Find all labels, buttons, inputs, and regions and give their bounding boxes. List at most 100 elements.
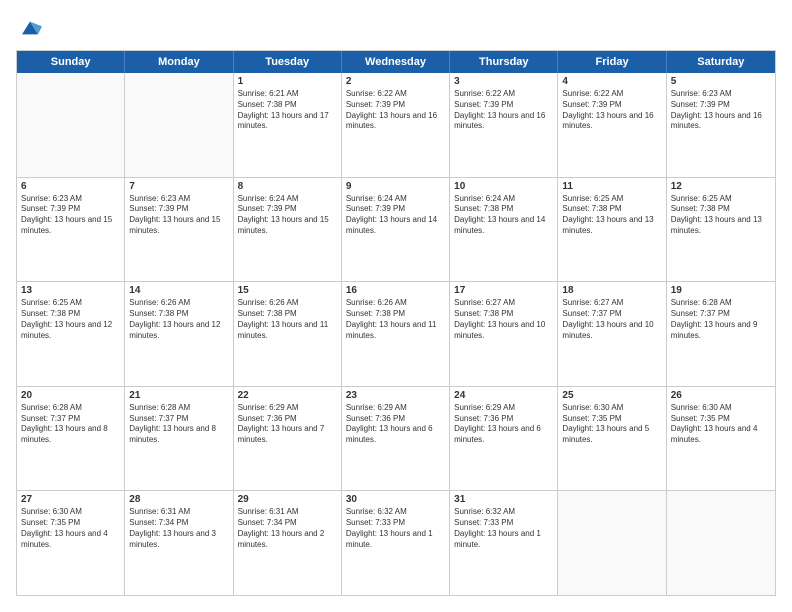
calendar-cell: 4 Sunrise: 6:22 AM Sunset: 7:39 PM Daylig… (558, 73, 666, 177)
header-day-monday: Monday (125, 51, 233, 73)
day-info: Sunrise: 6:32 AM Sunset: 7:33 PM Dayligh… (346, 507, 445, 550)
day-info: Sunrise: 6:31 AM Sunset: 7:34 PM Dayligh… (129, 507, 228, 550)
day-number: 4 (562, 76, 661, 87)
day-info: Sunrise: 6:28 AM Sunset: 7:37 PM Dayligh… (129, 403, 228, 446)
day-number: 2 (346, 76, 445, 87)
header-day-sunday: Sunday (17, 51, 125, 73)
day-info: Sunrise: 6:27 AM Sunset: 7:38 PM Dayligh… (454, 298, 553, 341)
day-number: 3 (454, 76, 553, 87)
day-number: 24 (454, 390, 553, 401)
day-info: Sunrise: 6:30 AM Sunset: 7:35 PM Dayligh… (562, 403, 661, 446)
calendar-cell: 6Sunrise: 6:23 AM Sunset: 7:39 PM Daylig… (17, 178, 125, 282)
day-number: 20 (21, 390, 120, 401)
calendar-row-2: 13Sunrise: 6:25 AM Sunset: 7:38 PM Dayli… (17, 281, 775, 386)
day-number: 30 (346, 494, 445, 505)
day-number: 9 (346, 181, 445, 192)
calendar-cell: 16Sunrise: 6:26 AM Sunset: 7:38 PM Dayli… (342, 282, 450, 386)
calendar-cell: 17Sunrise: 6:27 AM Sunset: 7:38 PM Dayli… (450, 282, 558, 386)
day-number: 25 (562, 390, 661, 401)
day-info: Sunrise: 6:29 AM Sunset: 7:36 PM Dayligh… (238, 403, 337, 446)
calendar-cell: 23 Sunrise: 6:29 AM Sunset: 7:36 PM Dayli… (342, 387, 450, 491)
day-info: Sunrise: 6:21 AM Sunset: 7:38 PM Dayligh… (238, 89, 337, 132)
day-number: 1 (238, 76, 337, 87)
calendar-cell (125, 73, 233, 177)
calendar-header: SundayMondayTuesdayWednesdayThursdayFrid… (17, 51, 775, 73)
day-number: 28 (129, 494, 228, 505)
calendar-cell: 9 Sunrise: 6:24 AM Sunset: 7:39 PM Daylig… (342, 178, 450, 282)
calendar-row-3: 20 Sunrise: 6:28 AM Sunset: 7:37 PM Dayli… (17, 386, 775, 491)
calendar-cell: 7 Sunrise: 6:23 AM Sunset: 7:39 PM Daylig… (125, 178, 233, 282)
page: SundayMondayTuesdayWednesdayThursdayFrid… (0, 0, 792, 612)
calendar-cell (558, 491, 666, 595)
day-info: Sunrise: 6:25 AM Sunset: 7:38 PM Dayligh… (562, 194, 661, 237)
calendar-cell: 20 Sunrise: 6:28 AM Sunset: 7:37 PM Dayli… (17, 387, 125, 491)
day-number: 26 (671, 390, 771, 401)
calendar-cell: 2 Sunrise: 6:22 AM Sunset: 7:39 PM Daylig… (342, 73, 450, 177)
calendar-cell: 31 Sunrise: 6:32 AM Sunset: 7:33 PM Dayli… (450, 491, 558, 595)
calendar-cell: 18 Sunrise: 6:27 AM Sunset: 7:37 PM Dayli… (558, 282, 666, 386)
day-info: Sunrise: 6:30 AM Sunset: 7:35 PM Dayligh… (21, 507, 120, 550)
calendar-cell: 14 Sunrise: 6:26 AM Sunset: 7:38 PM Dayli… (125, 282, 233, 386)
calendar-cell: 10 Sunrise: 6:24 AM Sunset: 7:38 PM Dayli… (450, 178, 558, 282)
calendar-cell: 21 Sunrise: 6:28 AM Sunset: 7:37 PM Dayli… (125, 387, 233, 491)
day-info: Sunrise: 6:28 AM Sunset: 7:37 PM Dayligh… (21, 403, 120, 446)
calendar-row-4: 27 Sunrise: 6:30 AM Sunset: 7:35 PM Dayli… (17, 490, 775, 595)
day-info: Sunrise: 6:24 AM Sunset: 7:39 PM Dayligh… (238, 194, 337, 237)
day-info: Sunrise: 6:24 AM Sunset: 7:39 PM Dayligh… (346, 194, 445, 237)
day-info: Sunrise: 6:23 AM Sunset: 7:39 PM Dayligh… (129, 194, 228, 237)
day-info: Sunrise: 6:31 AM Sunset: 7:34 PM Dayligh… (238, 507, 337, 550)
day-number: 19 (671, 285, 771, 296)
header-day-friday: Friday (558, 51, 666, 73)
calendar-row-0: 1 Sunrise: 6:21 AM Sunset: 7:38 PM Daylig… (17, 73, 775, 177)
day-info: Sunrise: 6:26 AM Sunset: 7:38 PM Dayligh… (346, 298, 445, 341)
calendar-cell: 22 Sunrise: 6:29 AM Sunset: 7:36 PM Dayli… (234, 387, 342, 491)
day-info: Sunrise: 6:24 AM Sunset: 7:38 PM Dayligh… (454, 194, 553, 237)
calendar-cell: 25 Sunrise: 6:30 AM Sunset: 7:35 PM Dayli… (558, 387, 666, 491)
logo (16, 16, 42, 40)
calendar-cell (667, 491, 775, 595)
day-number: 14 (129, 285, 228, 296)
day-number: 21 (129, 390, 228, 401)
day-info: Sunrise: 6:26 AM Sunset: 7:38 PM Dayligh… (238, 298, 337, 341)
day-info: Sunrise: 6:32 AM Sunset: 7:33 PM Dayligh… (454, 507, 553, 550)
day-number: 11 (562, 181, 661, 192)
day-number: 27 (21, 494, 120, 505)
day-number: 6 (21, 181, 120, 192)
calendar-cell: 15 Sunrise: 6:26 AM Sunset: 7:38 PM Dayli… (234, 282, 342, 386)
calendar-cell: 5Sunrise: 6:23 AM Sunset: 7:39 PM Daylig… (667, 73, 775, 177)
calendar-cell: 13Sunrise: 6:25 AM Sunset: 7:38 PM Dayli… (17, 282, 125, 386)
calendar-cell: 8 Sunrise: 6:24 AM Sunset: 7:39 PM Daylig… (234, 178, 342, 282)
day-number: 31 (454, 494, 553, 505)
day-info: Sunrise: 6:27 AM Sunset: 7:37 PM Dayligh… (562, 298, 661, 341)
calendar-body: 1 Sunrise: 6:21 AM Sunset: 7:38 PM Daylig… (17, 73, 775, 595)
day-info: Sunrise: 6:29 AM Sunset: 7:36 PM Dayligh… (346, 403, 445, 446)
calendar-cell: 29 Sunrise: 6:31 AM Sunset: 7:34 PM Dayli… (234, 491, 342, 595)
day-number: 8 (238, 181, 337, 192)
calendar: SundayMondayTuesdayWednesdayThursdayFrid… (16, 50, 776, 596)
day-number: 10 (454, 181, 553, 192)
calendar-cell: 30 Sunrise: 6:32 AM Sunset: 7:33 PM Dayli… (342, 491, 450, 595)
calendar-row-1: 6 Sunrise: 6:23 AM Sunset: 7:39 PM Daylig… (17, 177, 775, 282)
day-info: Sunrise: 6:29 AM Sunset: 7:36 PM Dayligh… (454, 403, 553, 446)
day-info: Sunrise: 6:22 AM Sunset: 7:39 PM Dayligh… (346, 89, 445, 132)
day-number: 7 (129, 181, 228, 192)
day-number: 18 (562, 285, 661, 296)
day-number: 22 (238, 390, 337, 401)
day-info: Sunrise: 6:23 AM Sunset: 7:39 PM Dayligh… (671, 89, 771, 132)
calendar-cell: 26Sunrise: 6:30 AM Sunset: 7:35 PM Dayli… (667, 387, 775, 491)
calendar-cell: 1 Sunrise: 6:21 AM Sunset: 7:38 PM Daylig… (234, 73, 342, 177)
logo-icon (18, 16, 42, 40)
calendar-cell: 12Sunrise: 6:25 AM Sunset: 7:38 PM Dayli… (667, 178, 775, 282)
day-info: Sunrise: 6:26 AM Sunset: 7:38 PM Dayligh… (129, 298, 228, 341)
day-info: Sunrise: 6:22 AM Sunset: 7:39 PM Dayligh… (454, 89, 553, 132)
day-info: Sunrise: 6:28 AM Sunset: 7:37 PM Dayligh… (671, 298, 771, 341)
day-number: 29 (238, 494, 337, 505)
day-info: Sunrise: 6:25 AM Sunset: 7:38 PM Dayligh… (671, 194, 771, 237)
day-number: 15 (238, 285, 337, 296)
calendar-cell: 24 Sunrise: 6:29 AM Sunset: 7:36 PM Dayli… (450, 387, 558, 491)
calendar-cell: 3 Sunrise: 6:22 AM Sunset: 7:39 PM Daylig… (450, 73, 558, 177)
header (16, 16, 776, 40)
header-day-saturday: Saturday (667, 51, 775, 73)
day-number: 23 (346, 390, 445, 401)
day-info: Sunrise: 6:22 AM Sunset: 7:39 PM Dayligh… (562, 89, 661, 132)
